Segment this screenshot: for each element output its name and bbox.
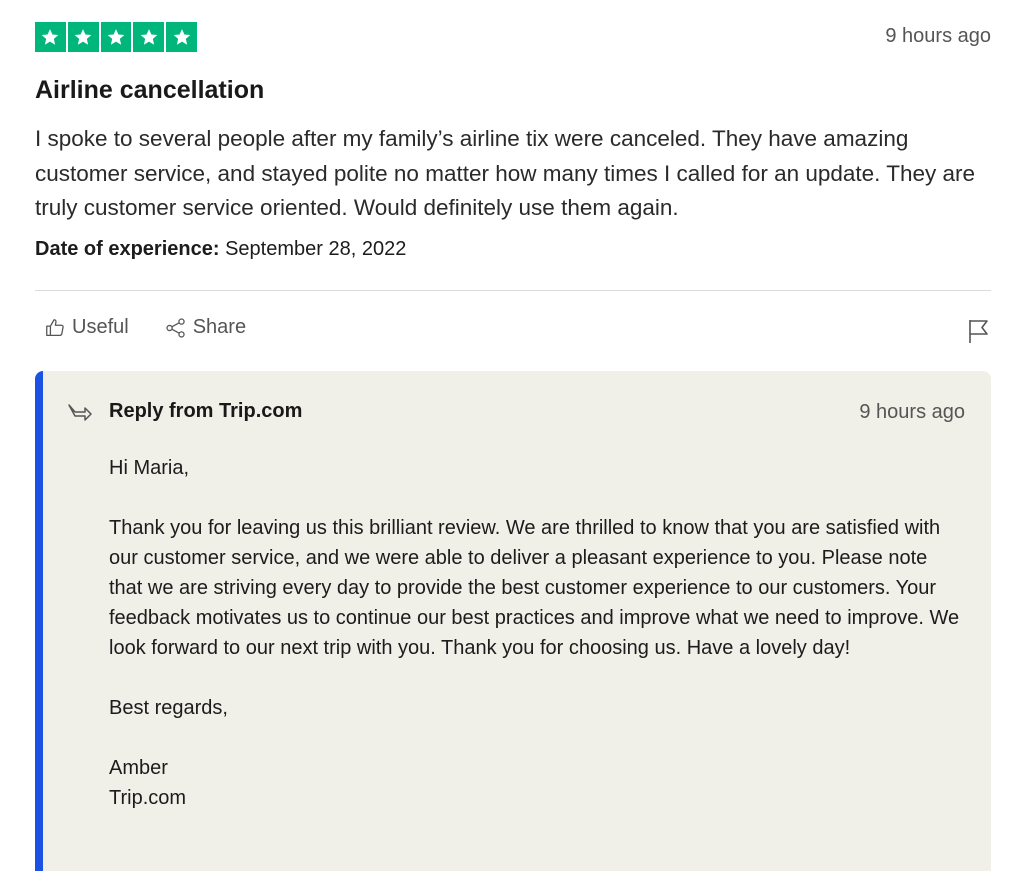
review-body: I spoke to several people after my famil… (35, 126, 976, 220)
experience-label: Date of experience: (35, 238, 220, 260)
flag-icon[interactable] (967, 318, 991, 344)
star-icon (35, 22, 66, 52)
share-label: Share (192, 316, 247, 338)
company-reply: Reply from Trip.com 9 hours ago Hi Maria… (35, 371, 991, 871)
star-icon (100, 22, 132, 52)
reply-signature-name: Amber (109, 757, 168, 779)
star-icon (67, 22, 99, 52)
useful-button[interactable]: Useful (44, 316, 129, 339)
reply-body: Hi Maria, Thank you for leaving us this … (109, 453, 964, 813)
share-button[interactable]: Share (165, 316, 246, 339)
star-icon (166, 22, 197, 52)
reply-message: Thank you for leaving us this brilliant … (109, 517, 960, 659)
reply-date: 9 hours ago (859, 401, 965, 423)
star-rating (35, 22, 197, 52)
reply-title: Reply from Trip.com (109, 400, 303, 422)
reply-arrow-icon (68, 404, 92, 421)
date-of-experience: Date of experience: September 28, 2022 (35, 238, 406, 261)
review-title: Airline cancellation (35, 76, 265, 104)
star-icon (133, 22, 165, 52)
divider (35, 290, 991, 291)
reply-greeting: Hi Maria, (109, 457, 190, 479)
review-date: 9 hours ago (885, 25, 991, 47)
reply-signature-company: Trip.com (109, 787, 187, 809)
useful-label: Useful (72, 316, 129, 338)
review-actions: Useful Share (44, 316, 246, 339)
reply-closing: Best regards, (109, 697, 228, 719)
experience-date: September 28, 2022 (225, 238, 407, 260)
share-icon (166, 317, 185, 338)
thumbs-up-icon (46, 318, 64, 336)
